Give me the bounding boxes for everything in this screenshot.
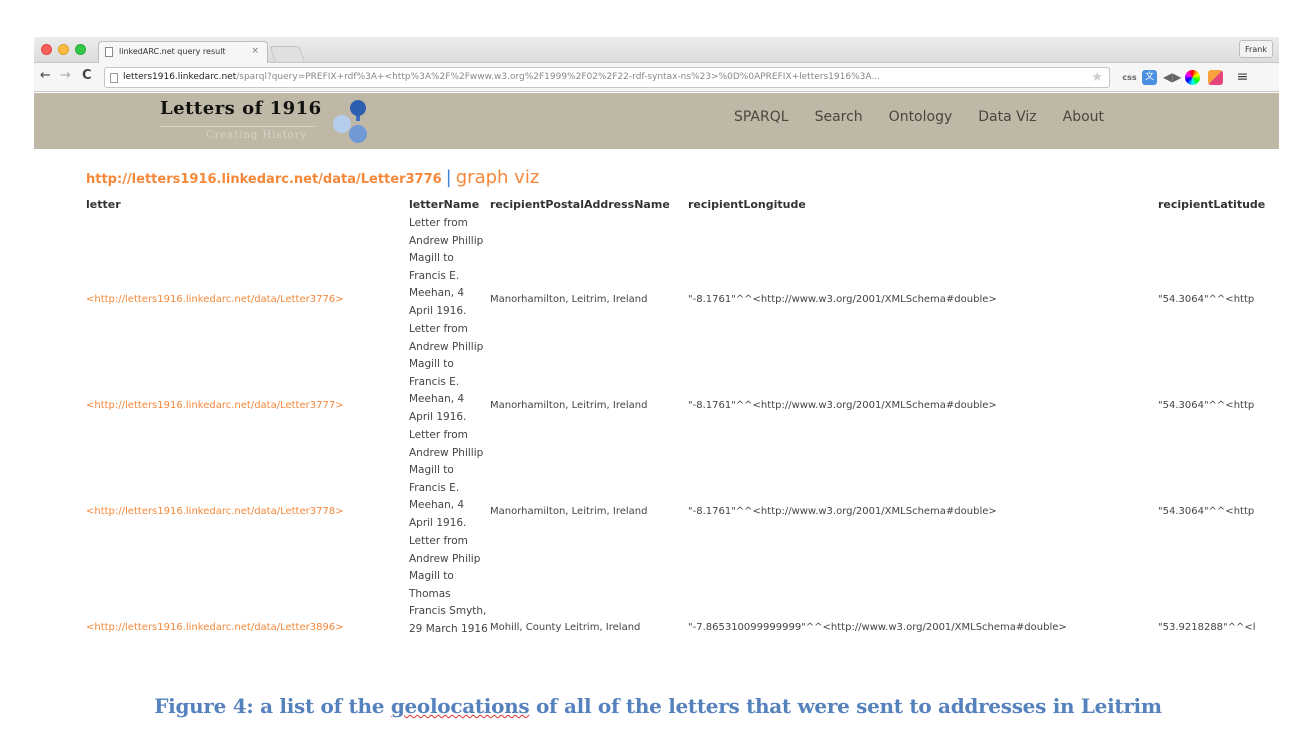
figure-caption: Figure 4: a list of the geolocations of … xyxy=(0,694,1316,718)
caption-text-start: Figure 4: a list of the xyxy=(154,694,391,718)
cell-letter-name: Letter from Andrew Philip Magill to Thom… xyxy=(409,535,488,635)
nav-sparql[interactable]: SPARQL xyxy=(734,109,789,125)
cell-latitude: "54.3064"^^<http xyxy=(1158,506,1255,517)
cell-latitude: "54.3064"^^<http xyxy=(1158,294,1255,305)
new-tab-button[interactable] xyxy=(269,46,305,61)
browser-toolbar: ← → C letters1916.linkedarc.net/sparql?q… xyxy=(34,63,1279,92)
nav-about[interactable]: About xyxy=(1063,109,1104,125)
site-header: Letters of 1916 Creating History SPARQL … xyxy=(34,93,1279,149)
cell-longitude: "-8.1761"^^<http://www.w3.org/2001/XMLSc… xyxy=(688,400,997,411)
browser-window: linkedARC.net query result × Frank ← → C… xyxy=(34,37,1279,687)
cell-letter-link[interactable]: <http://letters1916.linkedarc.net/data/L… xyxy=(86,622,344,633)
color-picker-icon[interactable] xyxy=(1185,70,1200,85)
css-icon[interactable]: css xyxy=(1122,70,1137,85)
cell-longitude: "-8.1761"^^<http://www.w3.org/2001/XMLSc… xyxy=(688,506,997,517)
page-icon xyxy=(110,73,118,83)
bookmark-star-icon[interactable]: ★ xyxy=(1091,70,1103,85)
site-logo-title[interactable]: Letters of 1916 xyxy=(160,98,322,119)
close-window-button[interactable] xyxy=(41,44,52,55)
profile-button[interactable]: Frank xyxy=(1239,40,1273,58)
reload-icon[interactable]: C xyxy=(82,69,92,83)
cell-address: Mohill, County Leitrim, Ireland xyxy=(490,622,641,633)
column-header-latitude: recipientLatitude xyxy=(1158,198,1266,211)
graph-viz-link[interactable]: graph viz xyxy=(456,167,540,188)
column-header-letter-name: letterName xyxy=(409,198,480,211)
main-nav: SPARQL Search Ontology Data Viz About xyxy=(734,109,1104,125)
cell-latitude: "54.3064"^^<http xyxy=(1158,400,1255,411)
browser-tab[interactable]: linkedARC.net query result × xyxy=(98,41,268,63)
translate-icon[interactable]: 文 xyxy=(1142,70,1157,85)
tab-close-icon[interactable]: × xyxy=(251,46,259,56)
nav-search[interactable]: Search xyxy=(815,109,863,125)
cube-icon[interactable] xyxy=(1208,70,1223,85)
menu-icon[interactable]: ≡ xyxy=(1235,70,1250,85)
forward-icon[interactable]: → xyxy=(60,69,71,83)
resource-heading: http://letters1916.linkedarc.net/data/Le… xyxy=(86,167,539,188)
url-path: /sparql?query=PREFIX+rdf%3A+<http%3A%2F%… xyxy=(236,72,880,82)
logo-molecule-icon xyxy=(333,100,367,143)
cell-address: Manorhamilton, Leitrim, Ireland xyxy=(490,294,648,305)
site-logo-tagline: Creating History xyxy=(206,130,308,141)
cell-letter-name: Letter from Andrew Phillip Magill to Fra… xyxy=(409,323,484,423)
maximize-window-button[interactable] xyxy=(75,44,86,55)
caption-text-end: of all of the letters that were sent to … xyxy=(529,694,1162,718)
back-icon[interactable]: ← xyxy=(40,69,51,83)
column-header-longitude: recipientLongitude xyxy=(688,198,806,211)
cell-letter-link[interactable]: <http://letters1916.linkedarc.net/data/L… xyxy=(86,294,344,305)
audio-icon[interactable]: ◀▶ xyxy=(1163,70,1181,85)
cell-letter-name: Letter from Andrew Phillip Magill to Fra… xyxy=(409,217,484,317)
cell-longitude: "-7.865310099999999"^^<http://www.w3.org… xyxy=(688,622,1067,633)
nav-data-viz[interactable]: Data Viz xyxy=(978,109,1036,125)
column-header-address: recipientPostalAddressName xyxy=(490,198,670,211)
resource-uri-link[interactable]: http://letters1916.linkedarc.net/data/Le… xyxy=(86,172,442,187)
address-bar[interactable]: letters1916.linkedarc.net/sparql?query=P… xyxy=(104,67,1110,88)
cell-address: Manorhamilton, Leitrim, Ireland xyxy=(490,506,648,517)
caption-misspelled-word: geolocations xyxy=(390,694,530,718)
tab-title: linkedARC.net query result xyxy=(119,47,226,56)
minimize-window-button[interactable] xyxy=(58,44,69,55)
cell-longitude: "-8.1761"^^<http://www.w3.org/2001/XMLSc… xyxy=(688,294,997,305)
cell-letter-link[interactable]: <http://letters1916.linkedarc.net/data/L… xyxy=(86,506,344,517)
tab-strip: linkedARC.net query result × Frank xyxy=(34,37,1279,63)
nav-ontology[interactable]: Ontology xyxy=(889,109,953,125)
url-host: letters1916.linkedarc.net xyxy=(123,72,237,82)
logo-divider xyxy=(160,126,315,127)
query-results: http://letters1916.linkedarc.net/data/Le… xyxy=(34,149,1279,687)
separator: | xyxy=(445,167,452,188)
cell-latitude: "53.9218288"^^<l xyxy=(1158,622,1256,633)
cell-address: Manorhamilton, Leitrim, Ireland xyxy=(490,400,648,411)
page-icon xyxy=(105,47,113,57)
column-header-letter: letter xyxy=(86,198,121,211)
cell-letter-link[interactable]: <http://letters1916.linkedarc.net/data/L… xyxy=(86,400,344,411)
cell-letter-name: Letter from Andrew Phillip Magill to Fra… xyxy=(409,429,484,529)
